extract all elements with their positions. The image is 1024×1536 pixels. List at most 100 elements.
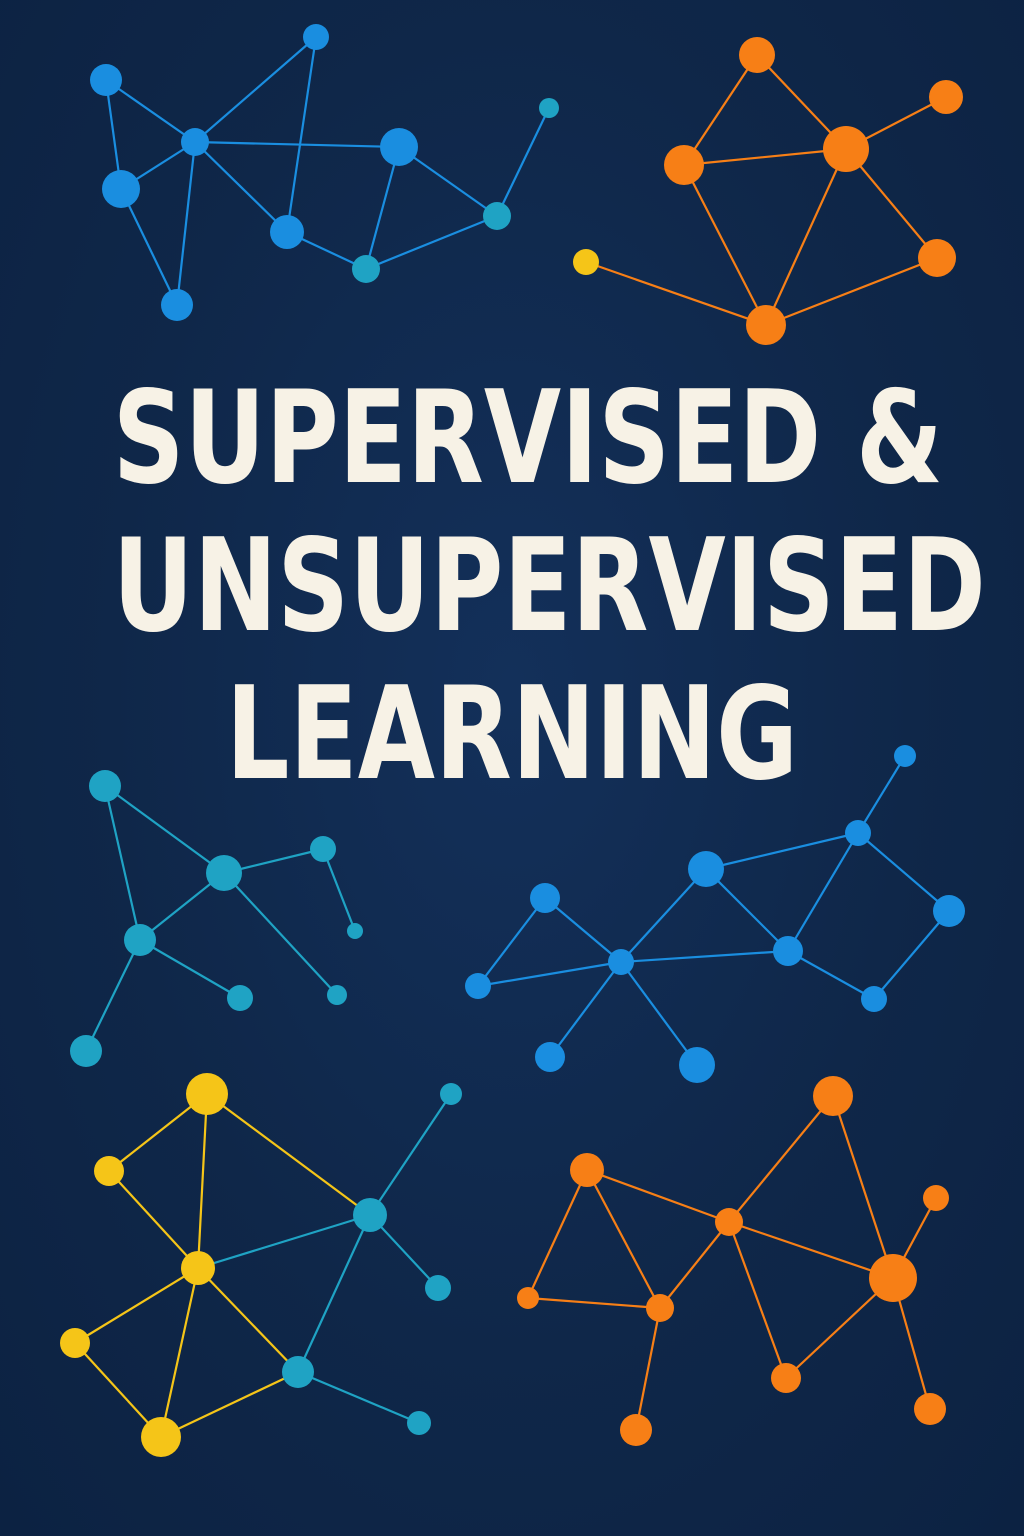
network-bottom-left-edge	[296, 1213, 372, 1374]
network-top-left-edge	[193, 35, 318, 144]
network-middle-left-node	[310, 836, 336, 862]
network-top-right-edge	[682, 147, 848, 167]
network-bottom-left-edge	[196, 1266, 300, 1374]
network-bottom-right-node	[771, 1363, 801, 1393]
network-bottom-left-node	[353, 1198, 387, 1232]
network-middle-right-edge	[872, 909, 951, 1001]
network-top-right-node	[823, 126, 869, 172]
network-middle-left-edge	[222, 871, 339, 997]
network-top-left	[90, 24, 559, 321]
network-bottom-left-node	[94, 1156, 124, 1186]
network-middle-left	[70, 770, 363, 1067]
network-bottom-right-edge	[727, 1220, 788, 1380]
network-top-left-node	[380, 128, 418, 166]
network-bottom-right-node	[923, 1185, 949, 1211]
network-middle-left-node	[70, 1035, 102, 1067]
network-middle-right-node	[465, 973, 491, 999]
network-middle-left-edge	[138, 938, 242, 1000]
network-bottom-left-node	[186, 1073, 228, 1115]
network-top-left-node	[483, 202, 511, 230]
network-middle-right-node	[933, 895, 965, 927]
network-top-right-node	[573, 249, 599, 275]
network-middle-right-node	[688, 851, 724, 887]
network-bottom-right-edge	[526, 1296, 662, 1310]
network-bottom-right-edge	[526, 1168, 589, 1300]
network-bottom-right-edge	[727, 1220, 895, 1280]
network-bottom-left-edge	[159, 1370, 300, 1439]
network-middle-left-node	[124, 924, 156, 956]
network-middle-left-edge	[321, 847, 357, 933]
network-middle-left-node	[327, 985, 347, 1005]
network-top-left-node	[303, 24, 329, 50]
network-middle-left-edge	[84, 938, 142, 1053]
network-top-right-node	[664, 145, 704, 185]
network-bottom-left-node	[60, 1328, 90, 1358]
network-middle-right-edge	[704, 831, 860, 871]
network-top-left-node	[270, 215, 304, 249]
network-middle-right-node	[773, 936, 803, 966]
network-bottom-left-node	[425, 1275, 451, 1301]
network-bottom-left	[60, 1073, 462, 1457]
book-cover: SUPERVISED & UNSUPERVISED LEARNING	[0, 0, 1024, 1536]
network-top-left-node	[102, 170, 140, 208]
network-middle-right-node	[530, 883, 560, 913]
network-bottom-left-node	[282, 1356, 314, 1388]
network-top-left-edge	[119, 187, 179, 307]
network-bottom-left-edge	[196, 1092, 209, 1270]
network-bottom-right-node	[813, 1076, 853, 1116]
network-bottom-left-edge	[73, 1266, 200, 1345]
network-middle-right-edge	[619, 867, 708, 964]
network-bottom-left-node	[141, 1417, 181, 1457]
title-line-1: SUPERVISED &	[112, 364, 944, 513]
network-top-right-node	[739, 37, 775, 73]
network-top-left-edge	[175, 140, 197, 307]
network-middle-right-node	[679, 1047, 715, 1083]
network-bottom-right	[517, 1076, 949, 1446]
network-top-right-node	[929, 80, 963, 114]
network-bottom-left-node	[440, 1083, 462, 1105]
network-bottom-right-edge	[585, 1168, 662, 1310]
network-middle-right-node	[608, 949, 634, 975]
network-top-left-edge	[285, 35, 318, 234]
network-bottom-right-node	[646, 1294, 674, 1322]
network-bottom-right-node	[517, 1287, 539, 1309]
title-line-2: UNSUPERVISED	[112, 512, 986, 661]
network-bottom-left-node	[407, 1411, 431, 1435]
network-bottom-right-node	[570, 1153, 604, 1187]
network-top-left-edge	[364, 214, 499, 271]
network-middle-right-node	[535, 1042, 565, 1072]
network-top-left-edge	[104, 78, 197, 144]
network-bottom-right-edge	[831, 1094, 895, 1280]
network-top-left-edge	[193, 140, 289, 234]
network-bottom-right-node	[715, 1208, 743, 1236]
network-bottom-left-node	[181, 1251, 215, 1285]
network-top-left-node	[161, 289, 193, 321]
network-middle-right-edge	[786, 831, 860, 953]
network-middle-right-edge	[476, 960, 623, 988]
network-bottom-right-node	[869, 1254, 917, 1302]
network-top-left-node	[352, 255, 380, 283]
network-top-left-edge	[193, 140, 401, 149]
network-top-left-node	[90, 64, 122, 96]
network-middle-left-node	[227, 985, 253, 1011]
network-bottom-right-node	[620, 1414, 652, 1446]
network-top-right-node	[918, 239, 956, 277]
network-bottom-left-edge	[196, 1213, 372, 1270]
network-bottom-left-edge	[368, 1092, 453, 1217]
network-top-right-node	[746, 305, 786, 345]
network-bottom-right-edge	[585, 1168, 731, 1224]
title-line-3: LEARNING	[225, 660, 799, 809]
network-bottom-left-edge	[296, 1370, 421, 1425]
network-bottom-right-edge	[727, 1094, 835, 1224]
network-top-left-node	[539, 98, 559, 118]
network-middle-left-node	[347, 923, 363, 939]
network-middle-right-edge	[548, 960, 623, 1059]
network-middle-right-node	[861, 986, 887, 1012]
network-middle-right-edge	[476, 896, 547, 988]
network-top-right	[573, 37, 963, 345]
network-middle-right-edge	[619, 949, 790, 964]
network-bottom-right-edge	[658, 1220, 731, 1310]
network-middle-right-node	[845, 820, 871, 846]
network-bottom-left-edge	[107, 1169, 200, 1270]
network-bottom-left-edge	[159, 1266, 200, 1439]
